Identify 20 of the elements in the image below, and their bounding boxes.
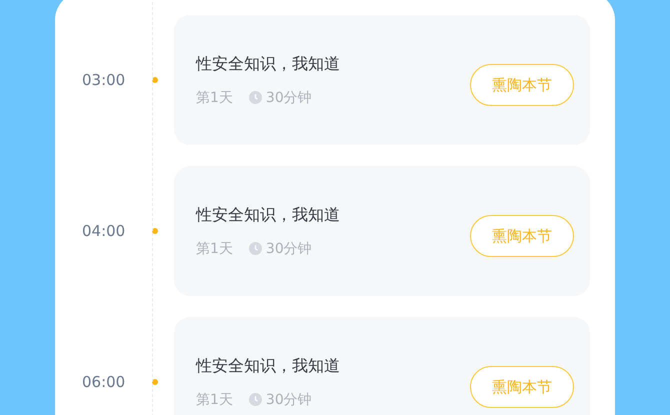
day-label: 第1天 bbox=[196, 390, 233, 408]
time-label: 06:00 bbox=[81, 373, 126, 391]
time-label: 03:00 bbox=[81, 71, 126, 89]
lesson-title: 性安全知识，我知道 bbox=[196, 204, 340, 226]
clock-icon bbox=[248, 91, 262, 104]
time-label: 04:00 bbox=[81, 222, 126, 240]
duration-label: 30分钟 bbox=[266, 390, 312, 408]
timeline-dot bbox=[152, 77, 158, 83]
lesson-card[interactable]: 性安全知识，我知道 第1天 30分钟 熏陶本节 bbox=[174, 317, 590, 415]
day-label: 第1天 bbox=[196, 88, 233, 106]
lesson-card[interactable]: 性安全知识，我知道 第1天 30分钟 熏陶本节 bbox=[174, 15, 590, 145]
clock-icon bbox=[248, 393, 262, 406]
day-label: 第1天 bbox=[196, 240, 233, 258]
lesson-title: 性安全知识，我知道 bbox=[196, 356, 340, 376]
timeline-dot bbox=[152, 228, 158, 234]
clock-icon bbox=[248, 242, 262, 255]
lesson-card[interactable]: 性安全知识，我知道 第1天 30分钟 熏陶本节 bbox=[174, 166, 590, 296]
lesson-title: 性安全知识，我知道 bbox=[196, 54, 340, 74]
duration-label: 30分钟 bbox=[266, 88, 312, 106]
duration-label: 30分钟 bbox=[266, 240, 312, 258]
